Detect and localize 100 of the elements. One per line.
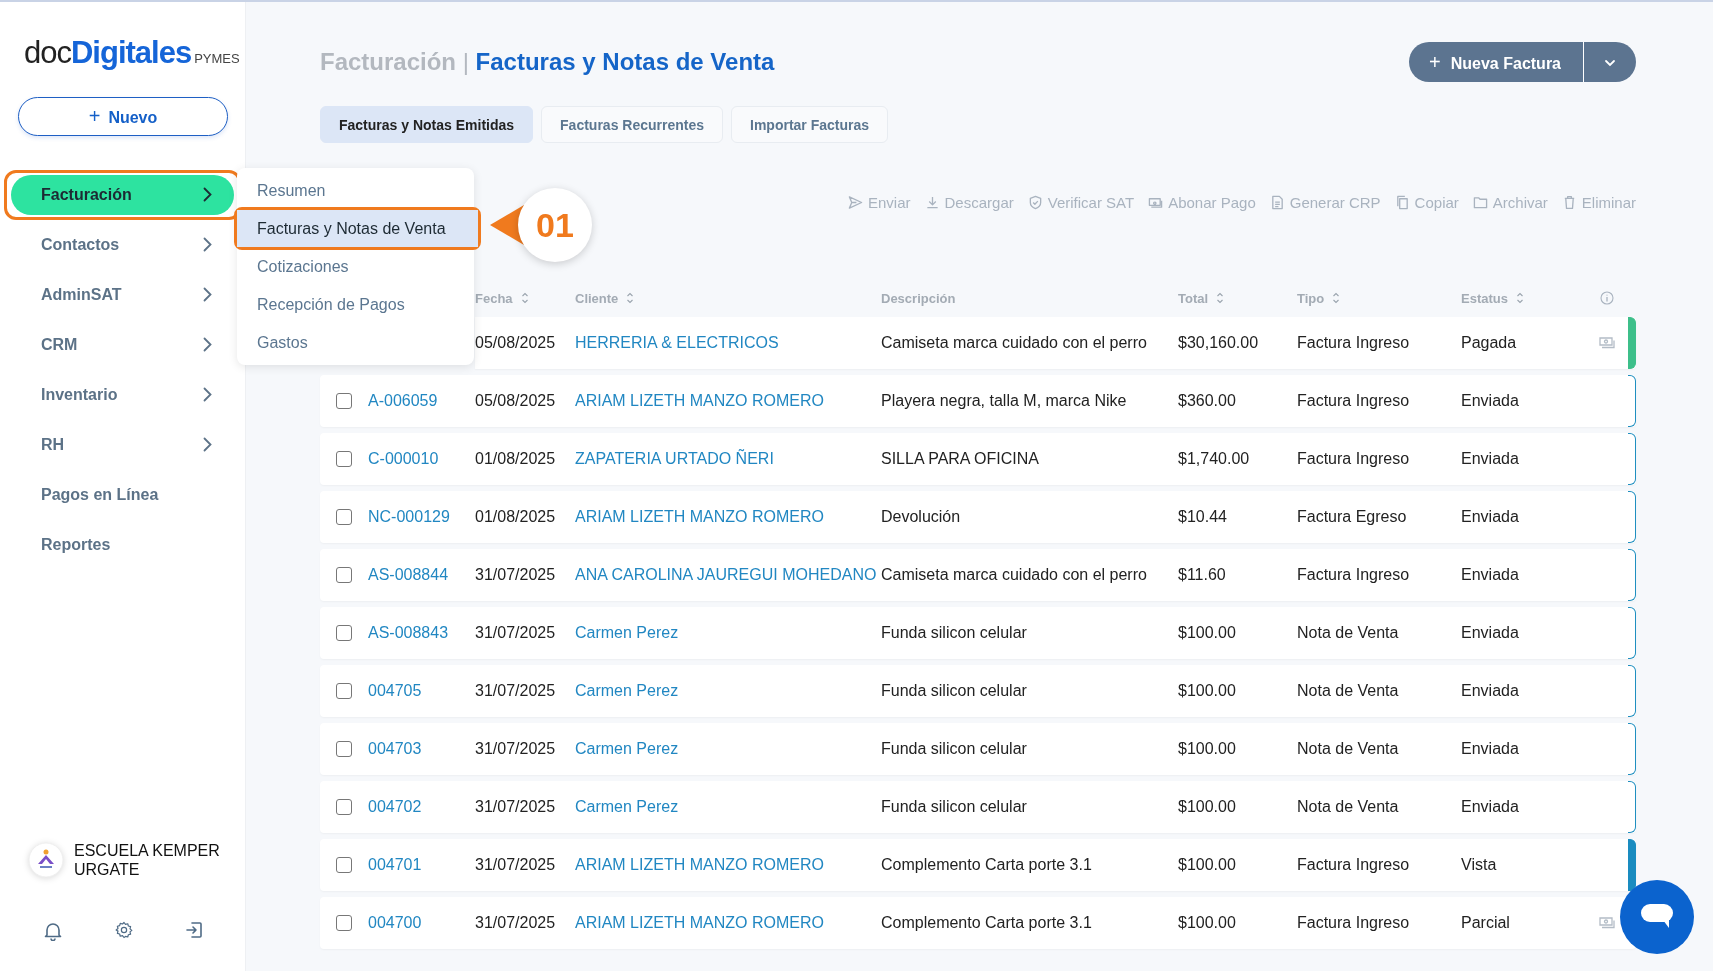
type-cell-text: Factura Ingreso xyxy=(1297,856,1411,874)
sidebar-item[interactable]: AdminSAT xyxy=(11,274,234,315)
client-link[interactable]: ARIAM LIZETH MANZO ROMERO xyxy=(575,914,881,932)
archive-icon xyxy=(1472,195,1488,210)
folio-link[interactable]: A-006059 xyxy=(368,392,475,410)
column-header[interactable]: Estatus xyxy=(1461,290,1586,306)
table-row[interactable]: C-000010 01/08/2025 ZAPATERIA URTADO ÑERI SILLA PARA OFICINA $1,740.00 Factura Ingreso Enviada xyxy=(320,433,1636,485)
menu-item[interactable]: Resumen xyxy=(237,172,478,209)
client-link[interactable]: Carmen Perez xyxy=(575,624,881,642)
column-header[interactable]: Descripción xyxy=(881,290,1178,306)
row-checkbox[interactable] xyxy=(336,451,352,467)
tab[interactable]: Facturas Recurrentes xyxy=(541,106,723,143)
client-link[interactable]: ANA CAROLINA JAUREGUI MOHEDANO xyxy=(575,566,881,584)
folio-link[interactable]: 004705 xyxy=(368,682,475,700)
description-cell-text: Devolución xyxy=(881,508,962,526)
folio-link[interactable]: AS-008844 xyxy=(368,566,475,584)
sidebar-item[interactable]: CRM xyxy=(11,324,234,365)
date-cell-text: 31/07/2025 xyxy=(475,624,557,642)
row-checkbox[interactable] xyxy=(336,393,352,409)
row-checkbox[interactable] xyxy=(336,741,352,757)
description-cell-text: Playera negra, talla M, marca Nike xyxy=(881,392,1128,410)
sidebar-item[interactable]: Facturación xyxy=(11,174,234,215)
logout-icon[interactable] xyxy=(185,921,203,939)
table-row[interactable]: AS-008844 31/07/2025 ANA CAROLINA JAUREGUI MOHEDANO Camiseta marca cuidado con el perro $11.60 Factura Ingreso Enviada xyxy=(320,549,1636,601)
client-link[interactable]: ARIAM LIZETH MANZO ROMERO xyxy=(575,508,881,526)
sidebar-item[interactable]: Pagos en Línea xyxy=(11,474,234,515)
table-row[interactable]: 004705 31/07/2025 Carmen Perez Funda silicon celular $100.00 Nota de Venta Enviada xyxy=(320,665,1636,717)
status-cell-text: Pagada xyxy=(1461,334,1518,352)
column-header[interactable]: Fecha xyxy=(475,290,575,306)
total-cell-text: $100.00 xyxy=(1178,798,1237,816)
sidebar-item[interactable]: Reportes xyxy=(11,524,234,565)
row-checkbox[interactable] xyxy=(336,683,352,699)
folio-link[interactable]: 004700 xyxy=(368,914,475,932)
folio-link[interactable]: AS-008843 xyxy=(368,624,475,642)
send-icon xyxy=(848,195,863,210)
folio-link[interactable]: 004702 xyxy=(368,798,475,816)
type-cell-text: Nota de Venta xyxy=(1297,682,1400,700)
total-cell-text: $11.60 xyxy=(1178,566,1227,584)
table-row[interactable]: NC-000129 01/08/2025 ARIAM LIZETH MANZO ROMERO Devolución $10.44 Factura Egreso Enviada xyxy=(320,491,1636,543)
logo: docDigitales PYMES xyxy=(24,34,240,72)
table-row[interactable]: 004700 31/07/2025 ARIAM LIZETH MANZO ROMERO Complemento Carta porte 3.1 $100.00 Factura Ingreso Parcial xyxy=(320,897,1636,949)
folio-link[interactable]: C-000010 xyxy=(368,450,475,468)
table-row[interactable]: 004702 31/07/2025 Carmen Perez Funda silicon celular $100.00 Nota de Venta Enviada xyxy=(320,781,1636,833)
status-cell-text: Enviada xyxy=(1461,624,1520,642)
date-cell-text: 31/07/2025 xyxy=(475,682,557,700)
caret-down-icon xyxy=(1604,58,1616,67)
table-row[interactable]: 004703 31/07/2025 Carmen Perez Funda silicon celular $100.00 Nota de Venta Enviada xyxy=(320,723,1636,775)
menu-item[interactable]: Cotizaciones xyxy=(237,248,478,285)
column-header[interactable]: Cliente xyxy=(575,290,881,306)
verify-icon xyxy=(1027,195,1043,210)
client-link[interactable]: Carmen Perez xyxy=(575,682,881,700)
total-cell-text: $360.00 xyxy=(1178,392,1237,410)
description-cell-text: SILLA PARA OFICINA xyxy=(881,450,1040,468)
total-cell-text: $100.00 xyxy=(1178,740,1237,758)
folio-link[interactable]: 004703 xyxy=(368,740,475,758)
table-row[interactable]: AS-008843 31/07/2025 Carmen Perez Funda silicon celular $100.00 Nota de Venta Enviada xyxy=(320,607,1636,659)
row-checkbox[interactable] xyxy=(336,915,352,931)
folio-link[interactable]: 004701 xyxy=(368,856,475,874)
download-icon xyxy=(924,195,940,210)
client-link[interactable]: ARIAM LIZETH MANZO ROMERO xyxy=(575,392,881,410)
total-cell-text: $1,740.00 xyxy=(1178,450,1251,468)
bell-icon[interactable] xyxy=(44,921,62,941)
sidebar-item[interactable]: RH xyxy=(11,424,234,465)
organization-logo-icon xyxy=(28,842,64,878)
row-checkbox[interactable] xyxy=(336,567,352,583)
type-cell-text: Factura Ingreso xyxy=(1297,914,1411,932)
client-link[interactable]: Carmen Perez xyxy=(575,798,881,816)
status-cell-text: Parcial xyxy=(1461,914,1511,932)
client-link[interactable]: ARIAM LIZETH MANZO ROMERO xyxy=(575,856,881,874)
type-cell-text: Factura Egreso xyxy=(1297,508,1408,526)
row-checkbox[interactable] xyxy=(336,857,352,873)
dropdown-button[interactable] xyxy=(1584,42,1636,82)
client-link[interactable]: Carmen Perez xyxy=(575,740,881,758)
tab[interactable]: Facturas y Notas Emitidas xyxy=(320,106,534,143)
date-cell-text: 01/08/2025 xyxy=(475,508,557,526)
table-row[interactable]: 004701 31/07/2025 ARIAM LIZETH MANZO ROMERO Complemento Carta porte 3.1 $100.00 Factura Ingreso Vista xyxy=(320,839,1636,891)
new-invoice-button[interactable]: + Nueva Factura xyxy=(1409,42,1584,82)
folio-link[interactable]: NC-000129 xyxy=(368,508,475,526)
tab[interactable]: Importar Facturas xyxy=(731,106,889,143)
sidebar-item[interactable]: Contactos xyxy=(11,224,234,265)
sidebar-item[interactable]: Inventario xyxy=(11,374,234,415)
row-checkbox[interactable] xyxy=(336,509,352,525)
new-button[interactable]: + Nuevo xyxy=(18,96,228,136)
description-cell-text: Camiseta marca cuidado con el perro xyxy=(881,566,1148,584)
date-cell-text: 31/07/2025 xyxy=(475,914,557,932)
type-cell-text: Factura Ingreso xyxy=(1297,334,1411,352)
table-row[interactable]: 05/08/2025 HERRERIA & ELECTRICOS Camiseta marca cuidado con el perro $30,160.00 Factura Ingreso Pagada xyxy=(475,317,1636,369)
menu-item[interactable]: Facturas y Notas de Venta xyxy=(237,210,478,247)
type-cell-text: Nota de Venta xyxy=(1297,798,1400,816)
row-checkbox[interactable] xyxy=(336,799,352,815)
settings-icon[interactable] xyxy=(114,921,133,939)
table-row[interactable]: A-006059 05/08/2025 ARIAM LIZETH MANZO ROMERO Playera negra, talla M, marca Nike $360.00 Factura Ingreso Enviada xyxy=(320,375,1636,427)
date-cell-text: 31/07/2025 xyxy=(475,740,557,758)
row-checkbox[interactable] xyxy=(336,625,352,641)
client-link[interactable]: ZAPATERIA URTADO ÑERI xyxy=(575,450,881,468)
column-header[interactable]: Total xyxy=(1178,290,1297,306)
column-header[interactable]: Tipo xyxy=(1297,290,1461,306)
organization-name: ESCUELA KEMPER URGATE xyxy=(74,841,221,879)
client-link[interactable]: HERRERIA & ELECTRICOS xyxy=(575,334,881,352)
status-cell-text: Enviada xyxy=(1461,450,1520,468)
